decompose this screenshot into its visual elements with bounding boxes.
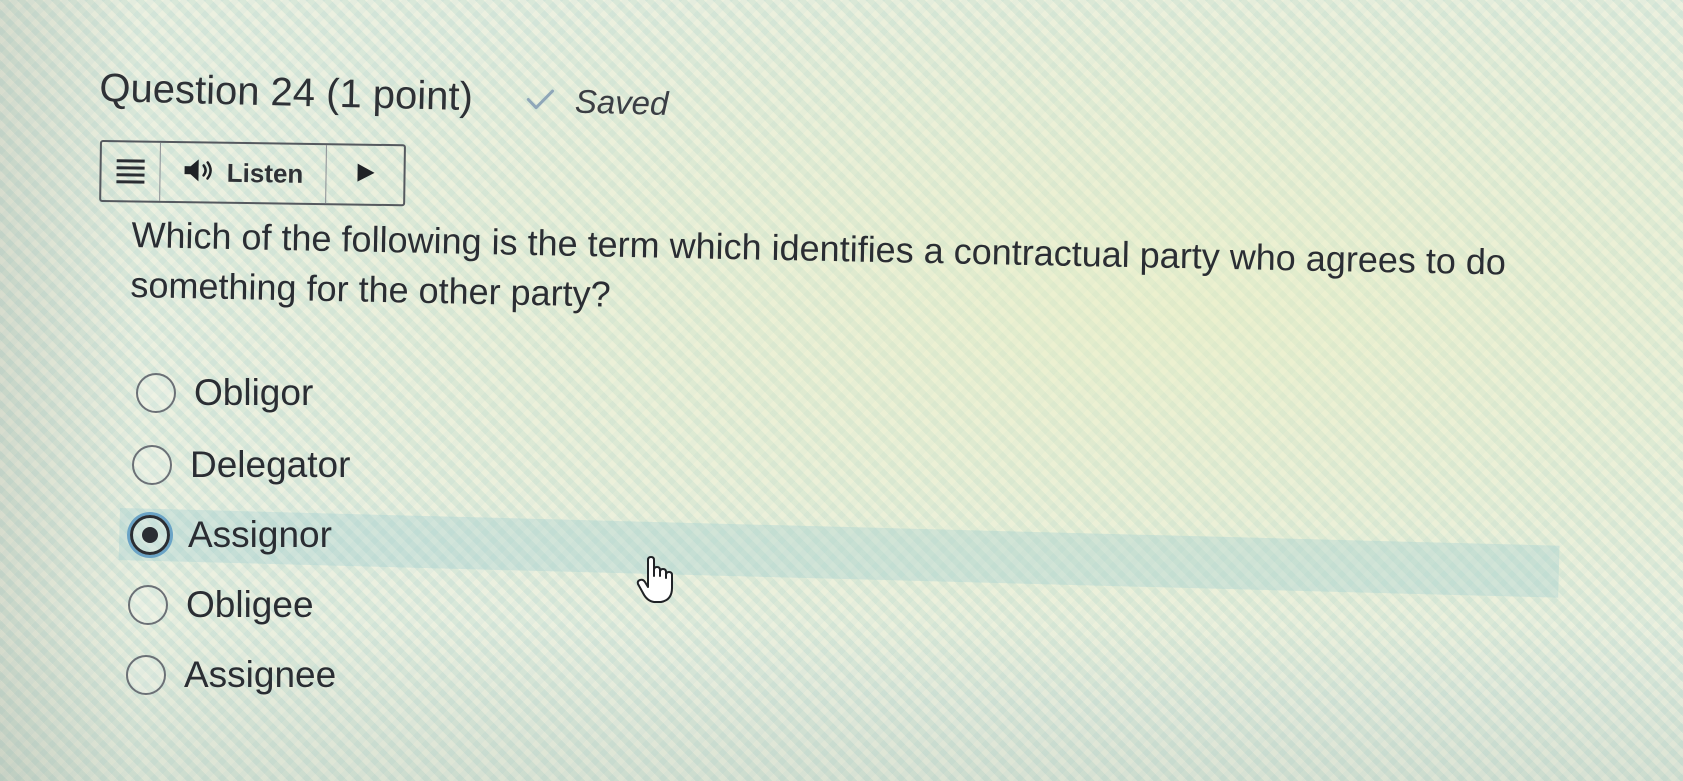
radio-button[interactable] bbox=[128, 585, 168, 625]
radio-button[interactable] bbox=[136, 373, 176, 413]
selected-row-highlight bbox=[118, 508, 1560, 598]
radio-button-selected[interactable] bbox=[130, 515, 170, 555]
option-label: Delegator bbox=[190, 444, 351, 485]
speaker-icon bbox=[183, 157, 219, 188]
question-text: Which of the following is the term which… bbox=[130, 213, 1507, 315]
check-icon bbox=[525, 87, 556, 112]
option-assignor[interactable]: Assignor bbox=[130, 510, 332, 560]
play-icon bbox=[354, 161, 376, 188]
question-title: Question 24 (1 point) bbox=[98, 66, 474, 120]
toolbar-menu-button[interactable] bbox=[101, 142, 161, 201]
radio-button[interactable] bbox=[126, 655, 166, 695]
play-button[interactable] bbox=[326, 145, 404, 204]
menu-icon bbox=[116, 159, 145, 184]
option-assignee[interactable]: Assignee bbox=[126, 650, 336, 700]
listen-button[interactable]: Listen bbox=[160, 142, 327, 204]
option-obligee[interactable]: Obligee bbox=[128, 580, 314, 630]
radio-dot bbox=[142, 527, 158, 543]
radio-button[interactable] bbox=[132, 445, 172, 485]
option-label: Assignor bbox=[188, 514, 332, 555]
option-label: Assignee bbox=[184, 654, 337, 695]
option-delegator[interactable]: Delegator bbox=[132, 440, 350, 490]
hand-cursor-icon bbox=[636, 556, 676, 604]
option-obligor[interactable]: Obligor bbox=[136, 368, 313, 418]
saved-status: Saved bbox=[524, 81, 669, 122]
saved-label: Saved bbox=[574, 82, 669, 122]
question-header: Question 24 (1 point) Saved bbox=[99, 66, 669, 125]
option-label: Obligor bbox=[194, 372, 314, 413]
option-label: Obligee bbox=[186, 584, 314, 625]
screen-shading-bottom bbox=[0, 621, 1683, 781]
listen-label: Listen bbox=[226, 157, 304, 189]
read-aloud-toolbar: Listen bbox=[99, 140, 406, 207]
